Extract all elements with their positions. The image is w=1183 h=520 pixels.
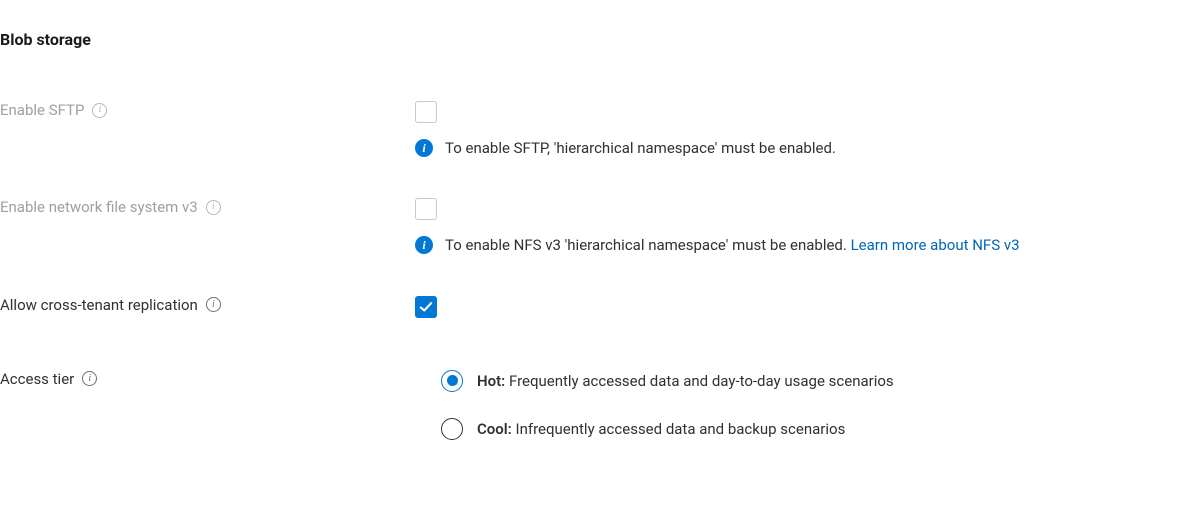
row-enable-sftp: Enable SFTP i [0,101,1183,123]
link-learn-more-nfs[interactable]: Learn more about NFS v3 [851,236,1020,254]
info-bullet-icon: i [415,236,433,254]
radio-hot-desc: Frequently accessed data and day-to-day … [505,372,893,390]
row-cross-tenant: Allow cross-tenant replication i [0,296,1183,318]
label-enable-sftp: Enable SFTP i [0,101,415,119]
info-row-sftp: i To enable SFTP, 'hierarchical namespac… [0,137,1183,160]
radio-label-cool: Cool: Infrequently accessed data and bac… [477,420,845,438]
info-text-sftp: To enable SFTP, 'hierarchical namespace'… [445,137,856,160]
info-icon[interactable]: i [82,371,97,386]
checkbox-cross-tenant[interactable] [415,296,437,318]
info-text-nfs: To enable NFS v3 'hierarchical namespace… [445,234,1040,257]
info-text-nfs-msg: To enable NFS v3 'hierarchical namespace… [445,236,851,254]
label-cross-tenant: Allow cross-tenant replication i [0,296,415,314]
info-icon[interactable]: i [92,103,107,118]
section-title-blob-storage: Blob storage [0,30,1183,49]
radio-row-hot[interactable]: Hot: Frequently accessed data and day-to… [441,370,1183,392]
label-text-access-tier: Access tier [0,370,74,388]
label-text-cross-tenant: Allow cross-tenant replication [0,296,198,314]
label-text-enable-sftp: Enable SFTP [0,101,84,119]
radio-hot[interactable] [441,370,463,392]
info-bullet-icon: i [415,139,433,157]
radio-cool-bold: Cool: [477,420,512,438]
info-icon[interactable]: i [206,200,221,215]
info-row-nfs: i To enable NFS v3 'hierarchical namespa… [0,234,1183,257]
radio-cool-desc: Infrequently accessed data and backup sc… [512,420,846,438]
label-text-enable-nfs: Enable network file system v3 [0,198,198,216]
info-icon[interactable]: i [206,297,221,312]
radio-cool[interactable] [441,418,463,440]
row-enable-nfs: Enable network file system v3 i [0,198,1183,220]
radio-row-cool[interactable]: Cool: Infrequently accessed data and bac… [441,418,1183,440]
checkbox-enable-sftp [415,101,437,123]
radio-label-hot: Hot: Frequently accessed data and day-to… [477,372,894,390]
row-access-tier: Access tier i Hot: Frequently accessed d… [0,370,1183,440]
checkbox-enable-nfs [415,198,437,220]
label-access-tier: Access tier i [0,370,415,388]
label-enable-nfs: Enable network file system v3 i [0,198,415,216]
radio-hot-bold: Hot: [477,372,505,390]
